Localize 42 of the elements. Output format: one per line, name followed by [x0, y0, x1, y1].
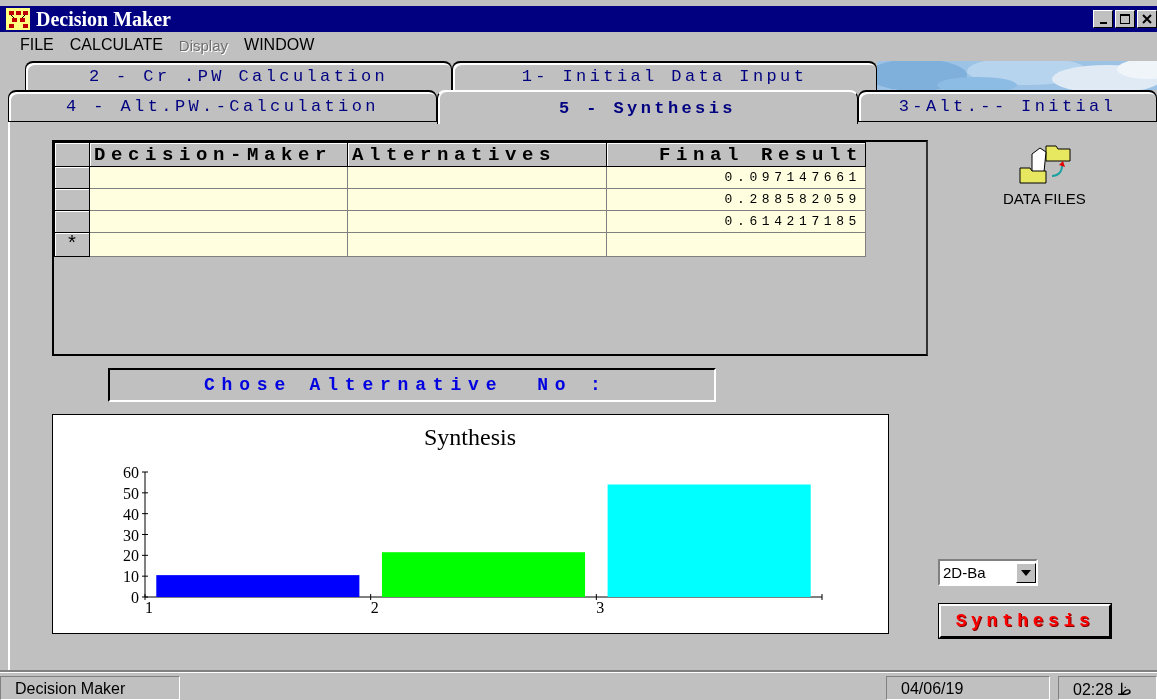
- menu-item[interactable]: FILE: [12, 36, 62, 54]
- table-cell: 0.614217185: [724, 214, 861, 229]
- app-icon: [6, 8, 30, 30]
- new-row-marker: *: [66, 233, 78, 256]
- axis-label: 1: [145, 599, 153, 616]
- chart-type-dropdown[interactable]: 2D-Ba: [938, 559, 1038, 586]
- chart-title: Synthesis: [424, 424, 516, 450]
- close-icon: [1142, 14, 1152, 24]
- data-files-label[interactable]: DATA FILES: [1003, 190, 1086, 207]
- caret-icon: [1021, 569, 1031, 576]
- field-label: Chose Alternative: [204, 375, 504, 395]
- column-header: Decision-Maker: [94, 143, 333, 166]
- maximize-button[interactable]: [1115, 10, 1135, 28]
- table-cell: 0.288582059: [724, 192, 861, 207]
- tab[interactable]: 1- Initial Data Input: [452, 61, 877, 90]
- close-button[interactable]: [1137, 10, 1157, 28]
- tab[interactable]: 2 - Cr .PW Calculation: [25, 61, 452, 90]
- axis-label: 60: [123, 464, 139, 481]
- column-header: Alternatives: [352, 143, 557, 166]
- axis-label: 3: [596, 599, 605, 616]
- menu-item[interactable]: CALCULATE: [61, 36, 171, 54]
- axis-label: 30: [123, 526, 139, 544]
- status-panel: Decision Maker: [0, 676, 180, 700]
- tab[interactable]: 5 - Synthesis: [437, 90, 858, 124]
- tab[interactable]: 3-Alt.-- Initial: [858, 90, 1157, 122]
- axis-label: 20: [123, 547, 139, 565]
- axis-label: 10: [123, 568, 139, 586]
- minimize-icon: [1099, 22, 1107, 24]
- field-label: No :: [537, 375, 608, 395]
- tab[interactable]: 4 - Alt.PW.-Calculation: [8, 90, 437, 122]
- maximize-icon: [1119, 13, 1131, 25]
- axis-label: 0: [131, 589, 139, 606]
- status-panel: 02:28 ظ: [1058, 676, 1157, 700]
- table-cell: 0.097147661: [724, 170, 861, 185]
- axis-label: 50: [123, 484, 139, 502]
- axis-label: 40: [123, 505, 139, 523]
- column-header: Final Result: [658, 143, 863, 166]
- menu-item[interactable]: WINDOW: [236, 36, 323, 54]
- window-title: Decision Maker: [36, 7, 172, 31]
- axis-label: 2: [370, 599, 379, 616]
- minimize-button[interactable]: [1093, 10, 1113, 28]
- status-panel: 04/06/19: [886, 676, 1050, 700]
